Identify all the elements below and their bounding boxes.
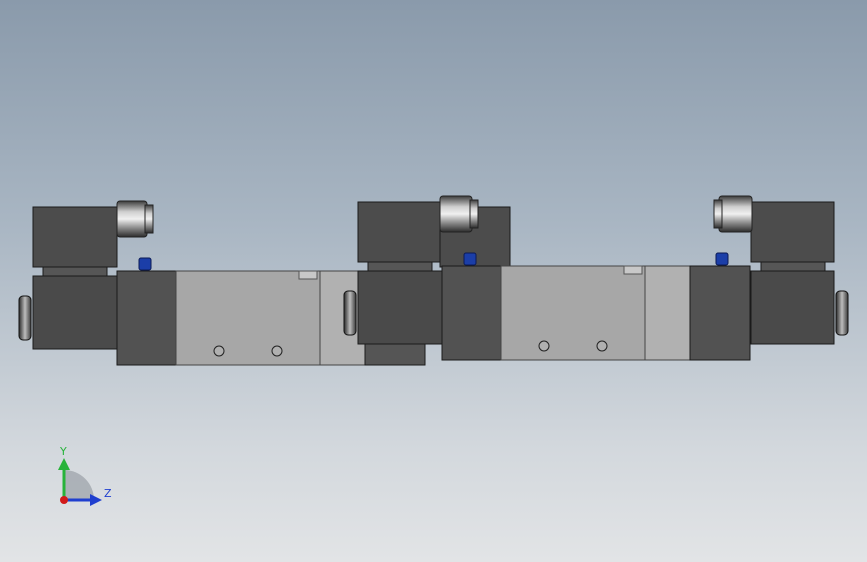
left-connector-cable-end	[144, 204, 154, 234]
triad-y-label: Y	[59, 445, 67, 458]
middle-connector-housing	[357, 201, 441, 263]
right-endcap-right	[689, 265, 751, 361]
right-coil-neck	[760, 261, 826, 272]
right-knurled-knob[interactable]	[835, 290, 849, 336]
right-coil	[750, 270, 835, 345]
left-endcap-block	[116, 270, 177, 366]
middle-indicator-led	[463, 252, 477, 266]
left-port-2	[271, 345, 283, 357]
left-body-center-section	[175, 270, 321, 366]
cad-viewport[interactable]: Y Z	[0, 0, 867, 562]
right-port-2	[596, 340, 608, 352]
middle-knurled-knob[interactable]	[343, 290, 357, 336]
orientation-triad[interactable]: Y Z	[58, 445, 112, 506]
right-endcap-left	[441, 265, 502, 361]
right-connector-cable-end	[713, 199, 723, 229]
left-connector-housing	[32, 206, 118, 268]
left-exhaust-slot	[298, 270, 318, 280]
middle-connector-cable-gland	[439, 195, 473, 233]
right-exhaust-slot	[623, 265, 643, 275]
right-body-center-section	[500, 265, 646, 361]
middle-coil-neck	[367, 261, 433, 272]
triad-plane-fan	[64, 470, 94, 500]
right-connector-cable-gland	[718, 195, 753, 233]
left-port-1	[213, 345, 225, 357]
triad-z-label: Z	[104, 487, 112, 500]
triad-x-axis-dot	[60, 496, 68, 504]
left-coil-neck	[42, 266, 108, 277]
triad-z-arrow-icon	[90, 494, 102, 506]
right-body-light-section	[644, 265, 691, 361]
right-port-1	[538, 340, 550, 352]
right-indicator-led	[715, 252, 729, 266]
middle-coil-base	[364, 343, 426, 366]
left-indicator-led	[138, 257, 152, 271]
middle-coil	[357, 270, 443, 345]
left-coil	[32, 275, 118, 350]
left-knurled-knob[interactable]	[18, 295, 32, 341]
triad-y-arrow-icon	[58, 458, 70, 470]
middle-connector-cable-end	[469, 199, 479, 229]
right-connector-housing	[750, 201, 835, 263]
left-connector-cable-gland	[116, 200, 148, 238]
